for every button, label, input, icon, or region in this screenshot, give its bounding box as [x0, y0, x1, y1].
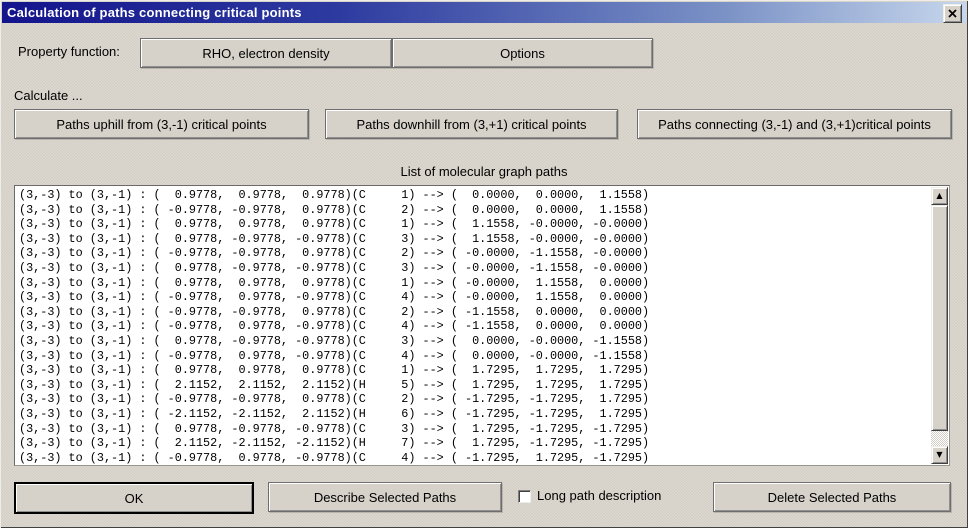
property-function-button[interactable]: RHO, electron density	[140, 38, 392, 68]
path-line[interactable]: (3,-3) to (3,-1) : ( 2.1152, -2.1152, -2…	[19, 436, 931, 451]
path-line[interactable]: (3,-3) to (3,-1) : ( 0.9778, -0.9778, -0…	[19, 232, 931, 247]
path-line[interactable]: (3,-3) to (3,-1) : ( 0.9778, 0.9778, 0.9…	[19, 188, 931, 203]
scrollbar-thumb[interactable]	[931, 205, 948, 431]
calculate-label: Calculate ...	[14, 88, 83, 103]
scroll-down-button[interactable]: ▼	[931, 446, 948, 464]
paths-connecting-button[interactable]: Paths connecting (3,-1) and (3,+1)critic…	[637, 109, 952, 139]
path-line[interactable]: (3,-3) to (3,-1) : ( 0.9778, -0.9778, -0…	[19, 334, 931, 349]
paths-downhill-button[interactable]: Paths downhill from (3,+1) critical poin…	[325, 109, 618, 139]
window-title: Calculation of paths connecting critical…	[2, 5, 302, 20]
path-line[interactable]: (3,-3) to (3,-1) : ( -2.1152, -2.1152, 2…	[19, 407, 931, 422]
path-line[interactable]: (3,-3) to (3,-1) : ( -0.9778, -0.9778, 0…	[19, 305, 931, 320]
delete-selected-paths-button[interactable]: Delete Selected Paths	[713, 482, 951, 512]
vertical-scrollbar[interactable]: ▲ ▼	[931, 187, 948, 464]
path-line[interactable]: (3,-3) to (3,-1) : ( -0.9778, 0.9778, -0…	[19, 451, 931, 465]
path-line[interactable]: (3,-3) to (3,-1) : ( 0.9778, -0.9778, -0…	[19, 261, 931, 276]
describe-selected-paths-button[interactable]: Describe Selected Paths	[268, 482, 502, 512]
path-line[interactable]: (3,-3) to (3,-1) : ( 0.9778, 0.9778, 0.9…	[19, 363, 931, 378]
long-path-description-checkbox[interactable]	[518, 490, 531, 503]
path-line[interactable]: (3,-3) to (3,-1) : ( -0.9778, -0.9778, 0…	[19, 392, 931, 407]
dialog-window: Calculation of paths connecting critical…	[0, 0, 968, 528]
path-line[interactable]: (3,-3) to (3,-1) : ( 0.9778, -0.9778, -0…	[19, 422, 931, 437]
path-line[interactable]: (3,-3) to (3,-1) : ( 2.1152, 2.1152, 2.1…	[19, 378, 931, 393]
path-line[interactable]: (3,-3) to (3,-1) : ( -0.9778, 0.9778, -0…	[19, 349, 931, 364]
path-line[interactable]: (3,-3) to (3,-1) : ( -0.9778, 0.9778, -0…	[19, 290, 931, 305]
molecular-graph-paths-list[interactable]: (3,-3) to (3,-1) : ( 0.9778, 0.9778, 0.9…	[14, 185, 950, 466]
close-button[interactable]	[943, 4, 962, 23]
scroll-up-button[interactable]: ▲	[931, 187, 948, 205]
paths-uphill-button[interactable]: Paths uphill from (3,-1) critical points	[14, 109, 309, 139]
property-function-label: Property function:	[18, 38, 120, 66]
options-button[interactable]: Options	[392, 38, 653, 68]
path-line[interactable]: (3,-3) to (3,-1) : ( 0.9778, 0.9778, 0.9…	[19, 217, 931, 232]
ok-button[interactable]: OK	[14, 482, 254, 514]
scroll-up-icon: ▲	[936, 192, 942, 200]
paths-list-label: List of molecular graph paths	[0, 164, 968, 179]
path-line[interactable]: (3,-3) to (3,-1) : ( 0.9778, 0.9778, 0.9…	[19, 276, 931, 291]
titlebar[interactable]: Calculation of paths connecting critical…	[2, 2, 966, 23]
path-line[interactable]: (3,-3) to (3,-1) : ( -0.9778, -0.9778, 0…	[19, 246, 931, 261]
long-path-description-label[interactable]: Long path description	[537, 482, 661, 510]
path-line[interactable]: (3,-3) to (3,-1) : ( -0.9778, 0.9778, -0…	[19, 319, 931, 334]
path-list-rows: (3,-3) to (3,-1) : ( 0.9778, 0.9778, 0.9…	[15, 186, 931, 465]
close-icon	[948, 9, 957, 18]
path-line[interactable]: (3,-3) to (3,-1) : ( -0.9778, -0.9778, 0…	[19, 203, 931, 218]
scroll-down-icon: ▼	[936, 451, 942, 459]
